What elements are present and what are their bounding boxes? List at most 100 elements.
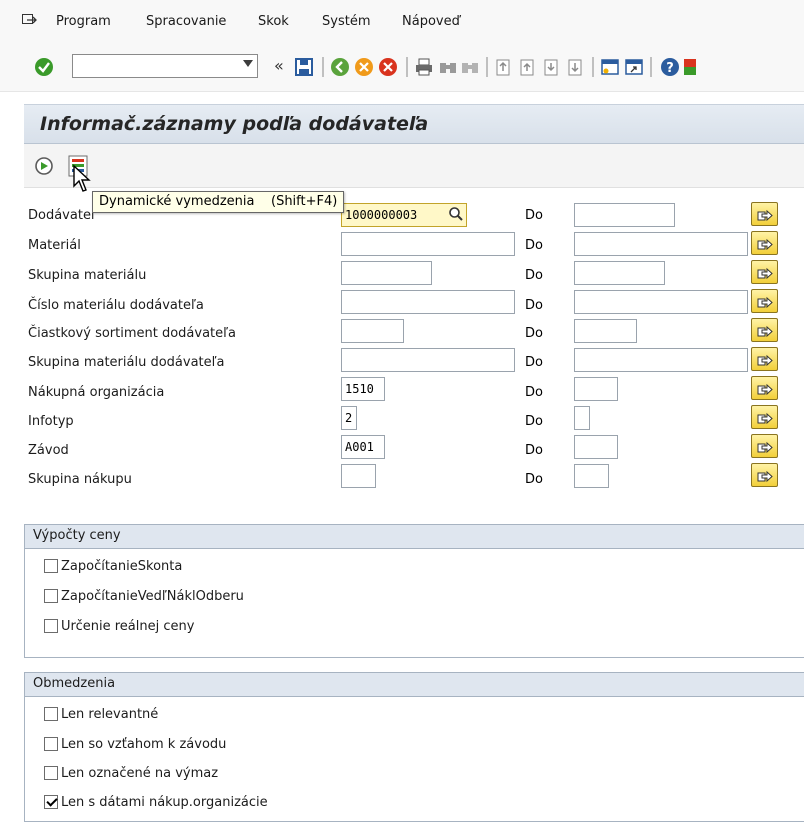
find-icon[interactable]	[438, 57, 458, 77]
plant-from-field[interactable]: A001	[341, 435, 385, 459]
multiple-selection-button[interactable]	[751, 318, 778, 342]
save-icon[interactable]	[294, 57, 314, 77]
purchasing-group-to-field[interactable]	[574, 464, 609, 488]
help-icon[interactable]: ?	[660, 57, 680, 77]
checkbox-label: ZapočítanieVedľNáklOdberu	[61, 589, 244, 604]
checkbox-label: ZapočítanieSkonta	[61, 559, 183, 574]
material-from-field[interactable]	[341, 232, 515, 256]
plant-from-value: A001	[345, 440, 374, 454]
command-field[interactable]	[72, 54, 258, 78]
arrow-right-icon	[757, 296, 773, 309]
svg-text:?: ?	[666, 61, 674, 76]
info-type-from-field[interactable]: 2	[341, 406, 357, 430]
vendor-from-value: 1000000003	[345, 208, 418, 222]
multiple-selection-button[interactable]	[751, 347, 778, 371]
toolbar-separator	[486, 57, 488, 77]
arrow-right-icon	[757, 383, 773, 396]
multiple-selection-button[interactable]	[751, 434, 778, 458]
do-label: Do	[525, 238, 543, 253]
menu-program[interactable]: Program	[56, 14, 111, 29]
checkbox-deletion-flag[interactable]	[44, 766, 58, 780]
dropdown-arrow-icon[interactable]	[243, 60, 253, 67]
toolbar-separator	[322, 57, 324, 77]
last-page-icon[interactable]	[566, 57, 586, 77]
price-calculation-title: Výpočty ceny	[25, 525, 804, 549]
multiple-selection-button[interactable]	[751, 260, 778, 284]
label-material: Materiál	[28, 238, 81, 253]
info-type-from-value: 2	[345, 411, 353, 425]
first-page-icon[interactable]	[494, 57, 514, 77]
next-page-icon[interactable]	[542, 57, 562, 77]
checkbox-delivery-costs[interactable]	[44, 589, 58, 603]
menu-system[interactable]: Systém	[322, 14, 370, 29]
back-icon[interactable]	[330, 57, 350, 77]
menu-napoved[interactable]: Nápoveď	[402, 14, 460, 29]
vendor-subrange-to-field[interactable]	[574, 319, 637, 343]
do-label: Do	[525, 443, 543, 458]
multiple-selection-button[interactable]	[751, 289, 778, 313]
shortcut-icon[interactable]	[624, 57, 644, 77]
purchasing-org-from-field[interactable]: 1510	[341, 377, 385, 401]
checkbox-label: Určenie reálnej ceny	[61, 619, 195, 634]
checkbox-plant-related[interactable]	[44, 737, 58, 751]
menu-skok[interactable]: Skok	[258, 14, 289, 29]
multiple-selection-button[interactable]	[751, 463, 778, 487]
enter-icon[interactable]	[34, 57, 54, 77]
do-label: Do	[525, 472, 543, 487]
label-info-type: Infotyp	[28, 414, 74, 429]
checkbox-skonto[interactable]	[44, 559, 58, 573]
checkbox-row-purch-org-data[interactable]: Len s dátami nákup.organizácie	[44, 795, 268, 810]
do-label: Do	[525, 355, 543, 370]
cancel-icon[interactable]	[378, 57, 398, 77]
multiple-selection-button[interactable]	[751, 405, 778, 429]
purchasing-group-from-field[interactable]	[341, 464, 376, 488]
menu-arrow-icon[interactable]	[22, 14, 37, 26]
mouse-cursor-icon	[73, 164, 91, 192]
multiple-selection-button[interactable]	[751, 376, 778, 400]
arrow-right-icon	[757, 441, 773, 454]
checkbox-purch-org-data[interactable]	[44, 795, 58, 809]
execute-icon[interactable]	[34, 156, 54, 176]
arrow-right-icon	[757, 267, 773, 280]
label-purchasing-org: Nákupná organizácia	[28, 385, 165, 400]
create-session-icon[interactable]	[600, 57, 620, 77]
vendor-material-number-to-field[interactable]	[574, 290, 748, 314]
purchasing-org-to-field[interactable]	[574, 377, 618, 401]
label-vendor-material-group: Skupina materiálu dodávateľa	[28, 355, 225, 370]
customize-layout-icon[interactable]	[684, 57, 696, 77]
tooltip: Dynamické vymedzenia (Shift+F4)	[92, 191, 345, 213]
vendor-material-number-from-field[interactable]	[341, 290, 515, 314]
material-group-to-field[interactable]	[574, 261, 665, 285]
checkbox-row-relevant[interactable]: Len relevantné	[44, 707, 158, 722]
multiple-selection-button[interactable]	[751, 231, 778, 255]
previous-page-icon[interactable]	[518, 57, 538, 77]
tooltip-text: Dynamické vymedzenia (Shift+F4)	[99, 194, 338, 209]
checkbox-relevant[interactable]	[44, 707, 58, 721]
checkbox-effective-price[interactable]	[44, 619, 58, 633]
checkbox-row-skonto[interactable]: ZapočítanieSkonta	[44, 559, 182, 574]
checkbox-label: Len označené na výmaz	[61, 766, 219, 781]
vendor-material-group-from-field[interactable]	[341, 348, 515, 372]
vendor-subrange-from-field[interactable]	[341, 319, 404, 343]
checkbox-row-plant-related[interactable]: Len so vzťahom k závodu	[44, 737, 226, 752]
checkbox-row-deletion-flag[interactable]: Len označené na výmaz	[44, 766, 218, 781]
back-history-icon[interactable]: «	[274, 56, 284, 75]
material-to-field[interactable]	[574, 232, 748, 256]
search-help-icon[interactable]	[448, 206, 464, 222]
print-icon[interactable]	[414, 57, 434, 77]
do-label: Do	[525, 385, 543, 400]
multiple-selection-button[interactable]	[751, 202, 778, 226]
plant-to-field[interactable]	[574, 435, 618, 459]
info-type-to-field[interactable]	[574, 406, 590, 430]
checkbox-row-effective-price[interactable]: Určenie reálnej ceny	[44, 619, 194, 634]
checkbox-row-delivery-costs[interactable]: ZapočítanieVedľNáklOdberu	[44, 589, 244, 604]
vendor-material-group-to-field[interactable]	[574, 348, 748, 372]
menu-spracovanie[interactable]: Spracovanie	[146, 14, 226, 29]
do-label: Do	[525, 414, 543, 429]
arrow-right-icon	[757, 412, 773, 425]
material-group-from-field[interactable]	[341, 261, 432, 285]
vendor-to-field[interactable]	[574, 203, 675, 227]
exit-icon[interactable]	[354, 57, 374, 77]
arrow-right-icon	[757, 238, 773, 251]
find-next-icon[interactable]	[460, 57, 480, 77]
